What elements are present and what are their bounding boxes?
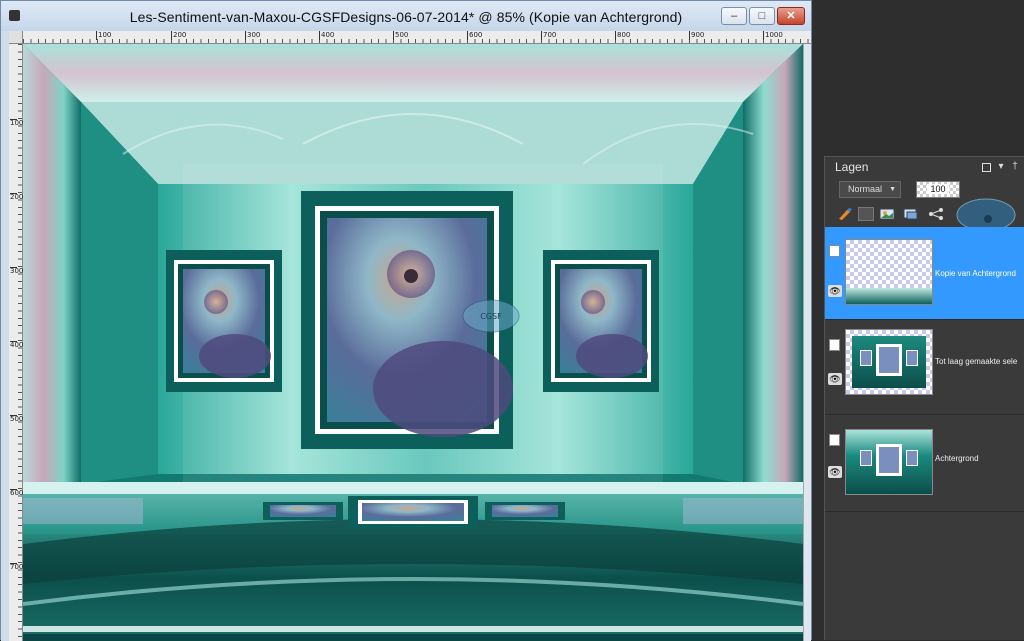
chevron-down-icon: ▼ bbox=[889, 186, 896, 193]
layer-name: Achtergrond bbox=[935, 454, 979, 463]
ruler-corner bbox=[9, 31, 23, 44]
title-bar[interactable]: Les-Sentiment-van-Maxou-CGSFDesigns-06-0… bbox=[1, 1, 811, 31]
ruler-tick: 400 bbox=[319, 31, 335, 40]
artwork: CGSF bbox=[23, 44, 803, 641]
layer-toolbar bbox=[825, 198, 1024, 232]
ruler-tick: 300 bbox=[10, 267, 24, 275]
dropdown-icon[interactable]: ▾ bbox=[995, 161, 1007, 173]
ruler-tick: 600 bbox=[10, 489, 24, 497]
ruler-tick: 200 bbox=[171, 31, 187, 40]
layer-row-achtergrond[interactable]: 👁 Achtergrond bbox=[825, 416, 1024, 512]
ruler-tick: 900 bbox=[689, 31, 705, 40]
ruler-tick: 100 bbox=[10, 119, 24, 127]
document-window: Les-Sentiment-van-Maxou-CGSFDesigns-06-0… bbox=[0, 0, 812, 641]
link-icon[interactable] bbox=[928, 207, 944, 221]
image-canvas[interactable]: CGSF bbox=[23, 44, 803, 641]
layer-name: Tot laag gemaakte sele bbox=[935, 357, 1018, 366]
opacity-value: 100 bbox=[927, 184, 949, 194]
layers-panel-header[interactable]: Lagen ▾ † ✕ bbox=[825, 157, 1024, 177]
canvas-watermark: CGSF bbox=[480, 312, 502, 321]
mask-icon[interactable] bbox=[858, 207, 874, 221]
eye-icon[interactable]: 👁 bbox=[828, 285, 842, 297]
maximize-button[interactable]: □ bbox=[749, 7, 775, 25]
layers-panel-title: Lagen bbox=[835, 160, 869, 174]
layer-thumbnail bbox=[845, 429, 933, 495]
layer-thumbnail bbox=[845, 329, 933, 395]
ruler-tick: 500 bbox=[10, 415, 24, 423]
window-title: Les-Sentiment-van-Maxou-CGSFDesigns-06-0… bbox=[129, 9, 683, 25]
raster-layer-icon bbox=[829, 434, 840, 446]
blend-mode-select[interactable]: Normaal ▼ bbox=[839, 181, 901, 198]
ruler-tick: 700 bbox=[10, 563, 24, 571]
eye-icon[interactable]: 👁 bbox=[828, 466, 842, 478]
ruler-tick: 400 bbox=[10, 341, 24, 349]
vertical-ruler: 100 200 300 400 500 600 700 bbox=[9, 44, 23, 641]
layer-row-kopie-van-achtergrond[interactable]: 👁 Kopie van Achtergrond bbox=[825, 227, 1024, 320]
window-left-edge bbox=[1, 31, 9, 641]
ruler-tick: 300 bbox=[245, 31, 261, 40]
eye-icon[interactable]: 👁 bbox=[828, 373, 842, 385]
minimize-button[interactable]: – bbox=[721, 7, 747, 25]
layer-row-tot-laag-gemaakte-selectie[interactable]: 👁 Tot laag gemaakte sele bbox=[825, 321, 1024, 415]
ruler-tick: 700 bbox=[541, 31, 557, 40]
brush-icon[interactable] bbox=[837, 207, 853, 221]
layers-panel: Lagen ▾ † ✕ Normaal ▼ 100 bbox=[824, 156, 1024, 640]
raster-layer-icon bbox=[829, 339, 840, 351]
raster-layer-icon bbox=[829, 245, 840, 257]
ruler-tick: 1000 bbox=[763, 31, 783, 40]
adjustment-layer-icon[interactable] bbox=[903, 207, 919, 221]
ruler-tick: 800 bbox=[615, 31, 631, 40]
restore-icon[interactable] bbox=[982, 163, 991, 172]
opacity-field[interactable]: 100 bbox=[916, 181, 960, 198]
right-dock: Lagen ▾ † ✕ Normaal ▼ 100 bbox=[812, 0, 1024, 640]
layer-name: Kopie van Achtergrond bbox=[935, 269, 1016, 278]
pin-icon[interactable]: † bbox=[1009, 161, 1021, 173]
layer-thumbnail bbox=[845, 239, 933, 305]
vertical-scrollbar[interactable] bbox=[803, 44, 811, 641]
ruler-tick: 500 bbox=[393, 31, 409, 40]
horizontal-ruler: 100 200 300 400 500 600 700 800 900 1000 bbox=[23, 31, 811, 44]
blend-mode-value: Normaal bbox=[848, 184, 883, 194]
image-icon[interactable] bbox=[879, 207, 895, 221]
close-button[interactable]: ✕ bbox=[777, 7, 805, 25]
ruler-tick: 600 bbox=[467, 31, 483, 40]
ruler-tick: 100 bbox=[96, 31, 112, 40]
ruler-tick: 200 bbox=[10, 193, 24, 201]
